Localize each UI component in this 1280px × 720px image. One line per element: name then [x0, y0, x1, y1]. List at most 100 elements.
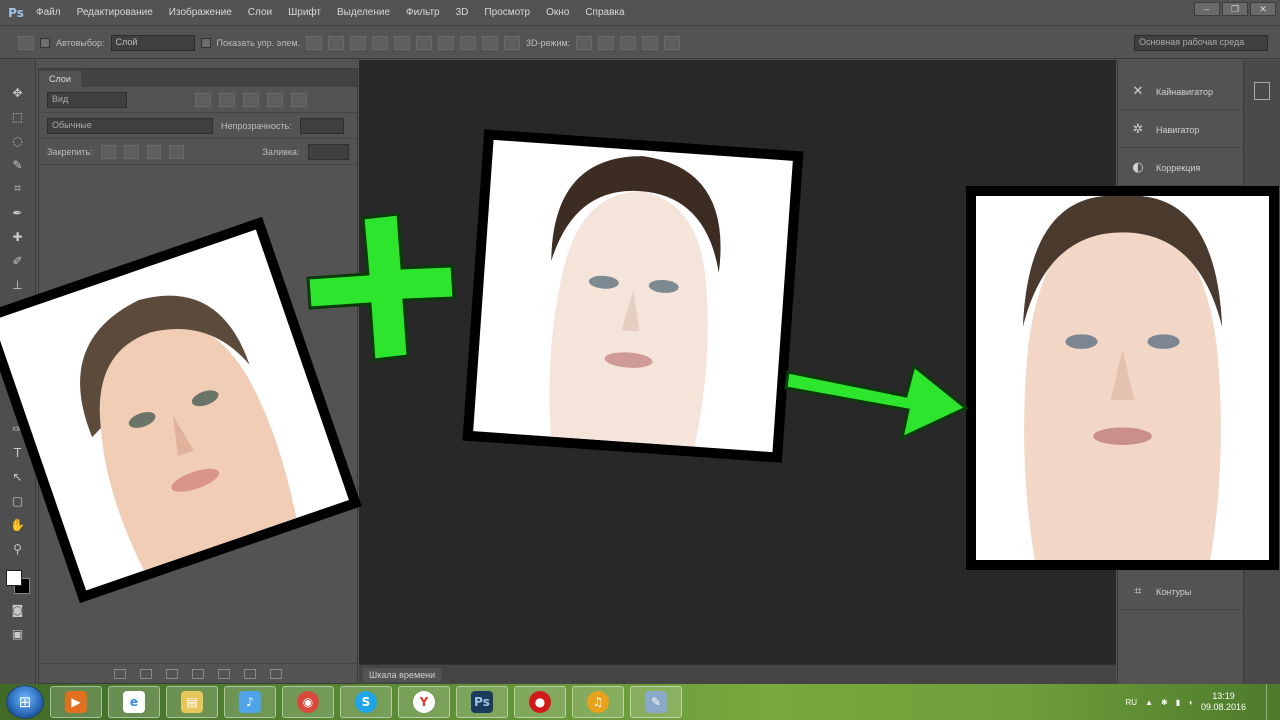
- taskbar-sound[interactable]: ♪: [224, 686, 276, 718]
- align-right-icon[interactable]: [416, 35, 433, 50]
- mode-3d-label: 3D-режим:: [526, 37, 571, 48]
- tab-timeline[interactable]: Шкала времени: [363, 668, 442, 682]
- taskbar-recorder[interactable]: ●: [514, 686, 566, 718]
- volume-icon[interactable]: ◖: [1188, 698, 1193, 707]
- taskbar-media-player[interactable]: ▶: [50, 686, 102, 718]
- menu-window[interactable]: Окно: [538, 7, 577, 18]
- workspace-dropdown[interactable]: Основная рабочая среда: [1134, 35, 1268, 51]
- layer-style-icon[interactable]: [140, 668, 152, 679]
- scale-3d-icon[interactable]: [664, 35, 681, 50]
- options-bar: Автовыбор: Слой Показать упр. элем. 3D-р…: [0, 27, 1280, 59]
- distribute-bottom-icon[interactable]: [482, 35, 499, 50]
- move-tool-icon[interactable]: ✥: [8, 84, 28, 101]
- crop-tool-icon[interactable]: ⌗: [8, 180, 28, 197]
- shape-tool-icon[interactable]: ▢: [8, 492, 28, 509]
- menu-help[interactable]: Справка: [577, 7, 632, 18]
- taskbar-aimp[interactable]: ♫: [572, 686, 624, 718]
- close-button[interactable]: ✕: [1250, 2, 1276, 16]
- opacity-input[interactable]: [299, 117, 344, 134]
- menu-type[interactable]: Шрифт: [280, 7, 329, 18]
- menu-select[interactable]: Выделение: [329, 7, 398, 18]
- align-hcenter-icon[interactable]: [394, 35, 411, 50]
- align-top-icon[interactable]: [306, 35, 323, 50]
- network-icon[interactable]: ▮: [1176, 698, 1180, 707]
- menu-edit[interactable]: Редактирование: [69, 7, 161, 18]
- eyedropper-tool-icon[interactable]: ✒: [8, 204, 28, 221]
- new-group-icon[interactable]: [218, 668, 230, 679]
- language-indicator[interactable]: RU: [1126, 698, 1138, 707]
- align-bottom-icon[interactable]: [350, 35, 367, 50]
- lock-all-icon[interactable]: [169, 144, 185, 159]
- hand-tool-icon[interactable]: ✋: [8, 516, 28, 533]
- link-layers-icon[interactable]: [114, 668, 126, 679]
- color-swatches[interactable]: [5, 570, 30, 594]
- tray-expand-icon[interactable]: ▲: [1145, 698, 1153, 707]
- fill-input[interactable]: [307, 143, 350, 160]
- roll-3d-icon[interactable]: [598, 35, 615, 50]
- taskbar-photoshop[interactable]: Ps: [456, 686, 508, 718]
- taskbar-yandex[interactable]: Y: [398, 686, 450, 718]
- menu-3d[interactable]: 3D: [448, 7, 477, 18]
- type-tool-icon[interactable]: T: [8, 444, 28, 461]
- clone-stamp-tool-icon[interactable]: ⊥: [8, 276, 28, 293]
- slide-3d-icon[interactable]: [642, 35, 659, 50]
- dock-item-adjustments[interactable]: ◐ Коррекция: [1118, 150, 1243, 186]
- blend-mode-dropdown[interactable]: Обычные: [47, 117, 213, 134]
- adjustment-layer-icon[interactable]: [192, 668, 204, 679]
- menu-image[interactable]: Изображение: [161, 7, 240, 18]
- dock-item-paths[interactable]: ⌗ Контуры: [1118, 574, 1243, 610]
- autoselect-dropdown[interactable]: Слой: [110, 34, 195, 51]
- bluetooth-icon[interactable]: ✱: [1161, 698, 1168, 707]
- foreground-color-swatch[interactable]: [5, 570, 22, 586]
- align-vcenter-icon[interactable]: [328, 35, 345, 50]
- minimize-button[interactable]: –: [1194, 2, 1220, 16]
- lock-transparency-icon[interactable]: [100, 144, 116, 159]
- filter-type-icon[interactable]: [243, 92, 259, 107]
- zoom-tool-icon[interactable]: ⚲: [8, 540, 28, 557]
- move-tool-preset-icon[interactable]: [18, 35, 34, 50]
- show-desktop-button[interactable]: [1266, 684, 1280, 720]
- filter-pixel-icon[interactable]: [195, 92, 211, 107]
- restore-button[interactable]: ❐: [1222, 2, 1248, 16]
- taskbar-file-explorer[interactable]: ▤: [166, 686, 218, 718]
- dock-item-navigator[interactable]: ✕ Кайнавигатор: [1118, 74, 1243, 110]
- history-icon[interactable]: [1254, 82, 1270, 100]
- menu-view[interactable]: Просмотр: [476, 7, 538, 18]
- screen-mode-icon[interactable]: ▣: [8, 625, 28, 642]
- healing-tool-icon[interactable]: ✚: [8, 228, 28, 245]
- filter-adjust-icon[interactable]: [219, 92, 235, 107]
- new-layer-icon[interactable]: [244, 668, 256, 679]
- align-left-icon[interactable]: [372, 35, 389, 50]
- lasso-tool-icon[interactable]: ◌: [8, 132, 28, 149]
- menu-layers[interactable]: Слои: [240, 7, 280, 18]
- taskbar-internet-explorer[interactable]: e: [108, 686, 160, 718]
- start-button[interactable]: ⊞: [6, 685, 44, 719]
- taskbar-skype[interactable]: S: [340, 686, 392, 718]
- quick-select-tool-icon[interactable]: ✎: [8, 156, 28, 173]
- pan-3d-icon[interactable]: [620, 35, 637, 50]
- clock[interactable]: 13:19 09.08.2016: [1201, 691, 1246, 713]
- lock-position-icon[interactable]: [146, 144, 162, 159]
- quick-mask-icon[interactable]: ◙: [8, 601, 28, 618]
- layer-filter-dropdown[interactable]: Вид: [47, 91, 127, 108]
- lock-pixels-icon[interactable]: [123, 144, 139, 159]
- distribute-center-icon[interactable]: [460, 35, 477, 50]
- menu-file[interactable]: Файл: [28, 7, 69, 18]
- taskbar-paint[interactable]: ✎: [630, 686, 682, 718]
- delete-layer-icon[interactable]: [270, 668, 282, 679]
- layer-mask-icon[interactable]: [166, 668, 178, 679]
- dock-item-navigator-2[interactable]: ✲ Навигатор: [1118, 112, 1243, 148]
- show-controls-checkbox[interactable]: [200, 37, 211, 48]
- filter-smart-icon[interactable]: [291, 92, 307, 107]
- filter-shape-icon[interactable]: [267, 92, 283, 107]
- auto-align-icon[interactable]: [504, 35, 521, 50]
- tab-layers[interactable]: Слои: [39, 71, 81, 87]
- autoselect-checkbox[interactable]: [40, 37, 50, 48]
- taskbar-chrome[interactable]: ◉: [282, 686, 334, 718]
- path-select-tool-icon[interactable]: ↖: [8, 468, 28, 485]
- brush-tool-icon[interactable]: ✐: [8, 252, 28, 269]
- marquee-tool-icon[interactable]: ⬚: [8, 108, 28, 125]
- menu-filter[interactable]: Фильтр: [398, 7, 448, 18]
- distribute-top-icon[interactable]: [438, 35, 455, 50]
- rotate-3d-icon[interactable]: [576, 35, 593, 50]
